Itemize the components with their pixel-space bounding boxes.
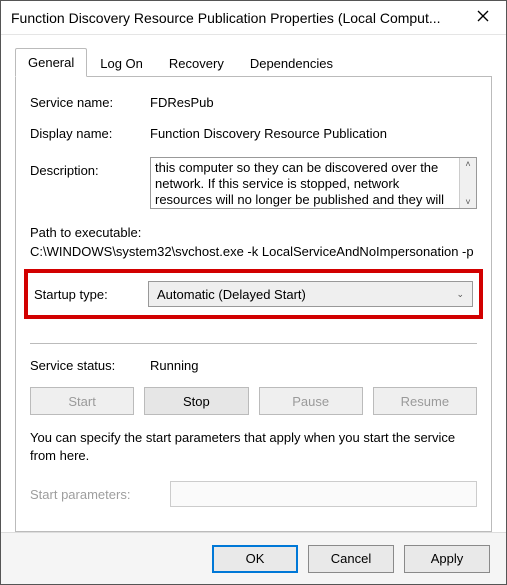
tab-log-on[interactable]: Log On bbox=[87, 50, 156, 77]
description-label: Description: bbox=[30, 157, 150, 178]
tabstrip: General Log On Recovery Dependencies bbox=[15, 50, 492, 77]
path-value: C:\WINDOWS\system32\svchost.exe -k Local… bbox=[30, 244, 477, 259]
chevron-down-icon: ⌄ bbox=[456, 289, 464, 300]
titlebar: Function Discovery Resource Publication … bbox=[1, 1, 506, 35]
resume-button[interactable]: Resume bbox=[373, 387, 477, 415]
dialog-buttons: OK Cancel Apply bbox=[1, 532, 506, 584]
pause-button[interactable]: Pause bbox=[259, 387, 363, 415]
start-params-note: You can specify the start parameters tha… bbox=[30, 429, 477, 465]
path-block: Path to executable: C:\WINDOWS\system32\… bbox=[30, 225, 477, 259]
service-name-row: Service name: FDResPub bbox=[30, 95, 477, 110]
service-name-value: FDResPub bbox=[150, 95, 477, 110]
start-params-label: Start parameters: bbox=[30, 487, 170, 502]
startup-type-label: Startup type: bbox=[34, 287, 148, 302]
display-name-value: Function Discovery Resource Publication bbox=[150, 126, 477, 141]
properties-dialog: Function Discovery Resource Publication … bbox=[0, 0, 507, 585]
stop-button[interactable]: Stop bbox=[144, 387, 248, 415]
service-status-label: Service status: bbox=[30, 358, 150, 373]
startup-type-value: Automatic (Delayed Start) bbox=[157, 287, 306, 302]
description-text: this computer so they can be discovered … bbox=[151, 158, 459, 208]
display-name-label: Display name: bbox=[30, 126, 150, 141]
tab-general[interactable]: General bbox=[15, 48, 87, 77]
service-status-value: Running bbox=[150, 358, 198, 373]
window-title: Function Discovery Resource Publication … bbox=[1, 10, 460, 26]
start-button[interactable]: Start bbox=[30, 387, 134, 415]
path-label: Path to executable: bbox=[30, 225, 477, 240]
apply-button[interactable]: Apply bbox=[404, 545, 490, 573]
scroll-up-icon: ˄ bbox=[465, 158, 470, 170]
close-icon bbox=[477, 10, 489, 25]
dialog-body: General Log On Recovery Dependencies Ser… bbox=[1, 35, 506, 532]
startup-type-combobox[interactable]: Automatic (Delayed Start) ⌄ bbox=[148, 281, 473, 307]
divider bbox=[30, 343, 477, 344]
tab-recovery[interactable]: Recovery bbox=[156, 50, 237, 77]
tab-dependencies[interactable]: Dependencies bbox=[237, 50, 346, 77]
service-name-label: Service name: bbox=[30, 95, 150, 110]
description-box[interactable]: this computer so they can be discovered … bbox=[150, 157, 477, 209]
cancel-button[interactable]: Cancel bbox=[308, 545, 394, 573]
description-scrollbar[interactable]: ˄ ˅ bbox=[459, 158, 476, 208]
startup-type-highlight: Startup type: Automatic (Delayed Start) … bbox=[24, 269, 483, 319]
service-status-row: Service status: Running bbox=[30, 358, 477, 373]
ok-button[interactable]: OK bbox=[212, 545, 298, 573]
start-params-input[interactable] bbox=[170, 481, 477, 507]
description-row: Description: this computer so they can b… bbox=[30, 157, 477, 209]
start-params-row: Start parameters: bbox=[30, 481, 477, 507]
service-control-buttons: Start Stop Pause Resume bbox=[30, 387, 477, 415]
display-name-row: Display name: Function Discovery Resourc… bbox=[30, 126, 477, 141]
scroll-down-icon: ˅ bbox=[465, 196, 470, 208]
close-button[interactable] bbox=[460, 1, 506, 34]
tab-panel-general: Service name: FDResPub Display name: Fun… bbox=[15, 76, 492, 532]
